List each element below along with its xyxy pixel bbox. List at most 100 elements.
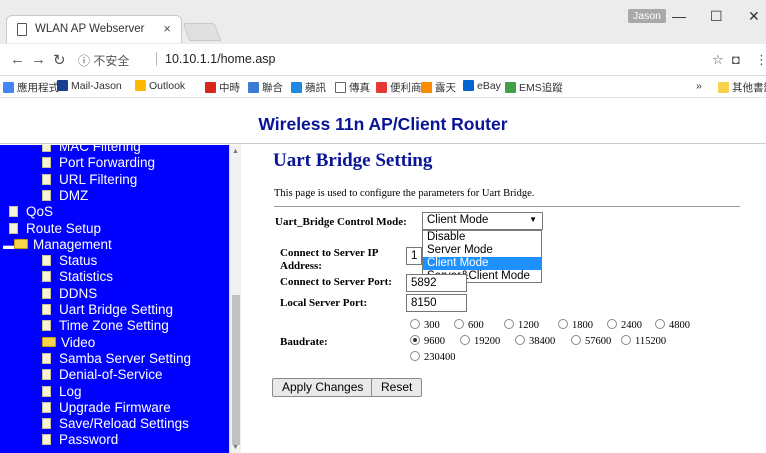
page-icon (42, 145, 51, 152)
baudrate-radio[interactable]: 600 (454, 319, 484, 331)
server-port-field[interactable] (406, 274, 467, 292)
reload-icon[interactable]: ↻ (53, 51, 66, 69)
sidebar-item-url-filtering[interactable]: URL Filtering (42, 172, 137, 188)
page-icon (42, 271, 51, 283)
banner-title: Wireless 11n AP/Client Router (258, 114, 508, 134)
baudrate-radio[interactable]: 2400 (607, 319, 642, 331)
baudrate-radio[interactable]: 38400 (515, 335, 555, 347)
bookmark-item[interactable]: 露天 (421, 80, 456, 95)
forward-arrow-icon[interactable]: → (31, 51, 46, 68)
mode-option[interactable]: Disable (423, 231, 541, 244)
page-description: This page is used to configure the param… (274, 188, 535, 199)
baudrate-value: 4800 (669, 320, 690, 331)
local-port-field[interactable] (406, 294, 467, 312)
baudrate-radio[interactable]: 9600 (410, 335, 445, 347)
sidebar-item-label: Statistics (59, 269, 114, 285)
main-content: Uart Bridge Setting This page is used to… (241, 145, 766, 453)
radio-circle-icon[interactable] (515, 335, 525, 345)
bookmarks-more-button[interactable]: » (696, 80, 702, 92)
radio-circle-icon[interactable] (655, 319, 665, 329)
baudrate-radio[interactable]: 230400 (410, 351, 456, 363)
bookmark-item[interactable]: 應用程式 (3, 80, 59, 95)
apply-changes-button[interactable]: Apply Changes (272, 378, 374, 397)
sidebar-item-statistics[interactable]: Statistics (42, 269, 113, 285)
close-window-button[interactable]: ✕ (748, 8, 760, 25)
bookmark-item[interactable]: Outlook (135, 80, 185, 92)
radio-circle-icon[interactable] (460, 335, 470, 345)
sidebar-item-ddns[interactable]: DDNS (42, 286, 97, 302)
sidebar-item-dmz[interactable]: DMZ (42, 188, 88, 204)
page-icon (42, 304, 51, 315)
radio-circle-icon[interactable] (558, 319, 568, 329)
baudrate-radio[interactable]: 57600 (571, 335, 611, 347)
sidebar-item-mac-filtering[interactable]: MAC Filtering (42, 145, 141, 155)
radio-circle-icon[interactable] (410, 335, 420, 345)
scroll-up-icon[interactable]: ▲ (232, 148, 239, 155)
mode-select[interactable]: Client Mode ▼ (422, 212, 543, 230)
extension-icon[interactable]: ◘ (732, 52, 740, 67)
sidebar-item-port-forwarding[interactable]: Port Forwarding (42, 155, 155, 171)
baudrate-radio[interactable]: 19200 (460, 335, 500, 347)
back-arrow-icon[interactable]: ← (10, 51, 25, 68)
sidebar-item-route-setup[interactable]: Route Setup (3, 221, 101, 237)
radio-circle-icon[interactable] (607, 319, 617, 329)
sidebar-item-password[interactable]: Password (42, 432, 118, 448)
page-icon (42, 157, 51, 169)
sidebar-item-log[interactable]: Log (42, 384, 82, 400)
radio-circle-icon[interactable] (454, 319, 464, 329)
tab-title: WLAN AP Webserver (35, 23, 145, 35)
other-bookmarks[interactable]: 其他書籤 (718, 80, 766, 95)
sidebar-scrollbar[interactable]: ▲ ▼ (229, 145, 241, 453)
collapse-toggle-icon[interactable]: ▬ (3, 238, 14, 254)
scroll-thumb[interactable] (232, 295, 240, 445)
radio-circle-icon[interactable] (621, 335, 631, 345)
baudrate-radio[interactable]: 115200 (621, 335, 666, 347)
reset-button[interactable]: Reset (371, 378, 423, 397)
page-icon (42, 434, 51, 446)
new-tab-button[interactable] (182, 23, 222, 41)
sidebar-item-qos[interactable]: QoS (3, 204, 53, 220)
bookmark-item[interactable]: eBay (463, 80, 501, 92)
url-text[interactable]: 10.10.1.1/home.asp (165, 52, 276, 66)
bookmark-item[interactable]: 中時 (205, 80, 240, 95)
sidebar-item-upgrade-firmware[interactable]: Upgrade Firmware (42, 400, 171, 416)
browser-tab[interactable]: WLAN AP Webserver × (6, 15, 182, 43)
bookmark-item[interactable]: 蘋訊 (291, 80, 326, 95)
sidebar-item-save-reload-settings[interactable]: Save/Reload Settings (42, 416, 189, 432)
star-icon[interactable]: ☆ (712, 52, 724, 68)
bookmark-item[interactable]: EMS追蹤 (505, 80, 563, 95)
minimize-button[interactable]: — (672, 8, 686, 24)
sidebar-item-denial-of-service[interactable]: Denial-of-Service (42, 367, 163, 383)
radio-circle-icon[interactable] (571, 335, 581, 345)
baudrate-radio[interactable]: 300 (410, 319, 440, 331)
baudrate-radio[interactable]: 4800 (655, 319, 690, 331)
profile-badge[interactable]: Jason (628, 9, 667, 23)
security-indicator[interactable]: ⓘ 不安全 (78, 52, 129, 69)
bookmark-label: EMS追蹤 (519, 82, 563, 94)
sidebar-item-uart-bridge-setting[interactable]: Uart Bridge Setting (42, 302, 173, 318)
bookmark-label: 聯合 (262, 82, 283, 94)
tab-close-icon[interactable]: × (163, 21, 171, 36)
server-ip-field[interactable] (406, 247, 422, 265)
sidebar-item-status[interactable]: Status (42, 253, 97, 269)
baudrate-radio[interactable]: 1200 (504, 319, 539, 331)
maximize-button[interactable]: ☐ (710, 8, 723, 25)
radio-circle-icon[interactable] (410, 319, 420, 329)
radio-circle-icon[interactable] (504, 319, 514, 329)
bookmark-item[interactable]: 聯合 (248, 80, 283, 95)
scroll-down-icon[interactable]: ▼ (232, 444, 239, 451)
bookmark-item[interactable]: Mail-Jason (57, 80, 122, 92)
sidebar-item-time-zone-setting[interactable]: Time Zone Setting (42, 318, 169, 334)
mode-option[interactable]: Client Mode (423, 257, 541, 270)
sidebar-item-management[interactable]: ▬ Management (3, 237, 112, 253)
radio-circle-icon[interactable] (410, 351, 420, 361)
sidebar-item-video[interactable]: Video (42, 335, 95, 351)
sidebar-item-label: URL Filtering (59, 171, 138, 187)
sidebar-item-samba-server-setting[interactable]: Samba Server Setting (42, 351, 191, 367)
menu-dots-icon[interactable]: ⋮ (755, 52, 766, 68)
url-field[interactable]: ⓘ 不安全 10.10.1.1/home.asp (78, 49, 706, 71)
mode-option[interactable]: Server Mode (423, 244, 541, 257)
bookmark-item[interactable]: 傳真 (335, 80, 370, 95)
baudrate-radio[interactable]: 1800 (558, 319, 593, 331)
bookmark-item[interactable]: 便利商 (376, 80, 422, 95)
